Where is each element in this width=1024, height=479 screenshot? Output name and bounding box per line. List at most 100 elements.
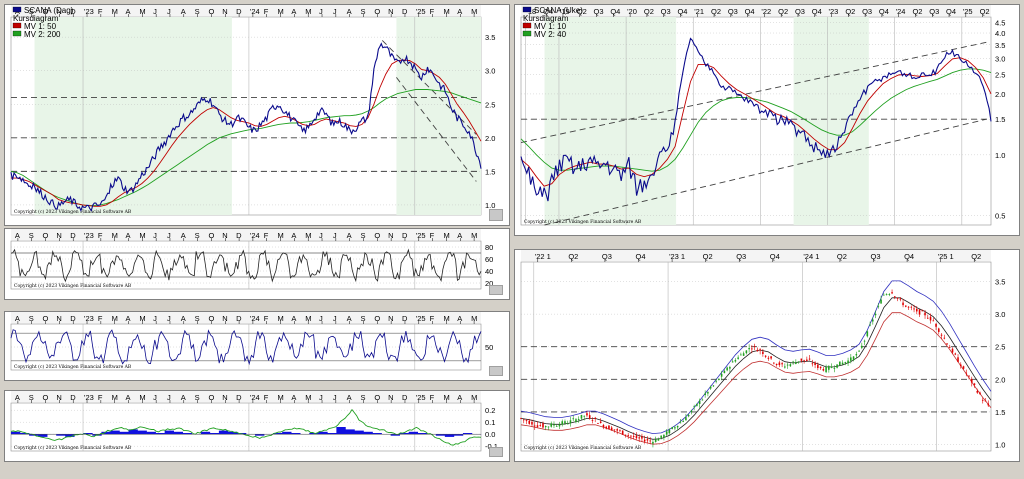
x-tick-label: F [264,231,269,240]
x-tick-label: '23 [829,7,839,16]
copyright-text: Copyright (c) 2023 Vikingen Financial So… [14,282,132,289]
x-tick-label: M [139,393,145,402]
scroll-handle[interactable] [489,285,503,295]
oscillator-1-chart: A S O N D '23 F M A M J J A S O N D '24 F M A M J J A S O N D '25 F M A M… [10,229,493,290]
x-tick-label: M [305,7,311,16]
y-tick-label: 3.0 [485,67,495,76]
x-tick-label: S [361,314,366,323]
y-tick-label: 1.5 [995,115,1005,124]
candle-body [935,323,937,327]
copyright-text: Copyright (c) 2023 Vikingen Financial So… [524,218,642,225]
y-tick-label: 3.5 [995,41,1005,50]
candle-body [808,358,811,360]
shade-band [396,17,481,215]
candle-body [844,362,847,364]
x-tick-label: N [56,231,61,240]
candle-body [682,421,684,423]
x-tick-label: N [56,314,61,323]
x-tick-label: M [278,393,284,402]
candle-body [712,385,715,387]
x-tick-label: Q3 [728,7,738,16]
x-tick-label: A [181,314,186,323]
x-tick-label: A [291,7,296,16]
x-tick-label: '23 [84,393,94,402]
candle-body [740,354,742,356]
candle-body [877,305,880,307]
candle-body [569,420,572,423]
weekly-price-chart: '18 Q4'19 Q2 Q3 Q4'20 Q2 Q3 Q4'21 Q2 Q3 Q4'22 Q2 Q3 Q… [520,5,1005,226]
y-tick-label: 2.0 [995,90,1005,99]
x-tick-label: M [471,314,477,323]
x-tick-label: A [15,393,20,402]
y-tick-label: 2.5 [995,343,1005,352]
candle-body [616,429,618,431]
candle-body [591,419,594,421]
x-tick-label: '25 1 [938,252,954,261]
candle-body [806,359,808,361]
x-tick-label: N [388,314,393,323]
histogram-bar [345,429,355,435]
x-tick-label: M [139,7,145,16]
candle-body [522,419,525,421]
candle-body [885,294,888,296]
candle-body [520,418,522,419]
candle-body [731,361,734,363]
x-tick-label: Q4 [946,7,956,16]
candle-body [531,421,533,425]
candle-body [951,348,954,353]
candle-body [855,354,858,356]
candle-body [737,357,739,359]
candle-body [610,427,613,431]
candle-body [566,423,569,425]
x-tick-label: M [112,314,118,323]
candle-body [544,425,547,428]
x-tick-label: M [443,7,449,16]
scroll-handle[interactable] [489,447,503,457]
x-tick-label: N [388,7,393,16]
candle-body [902,302,904,306]
candle-body [904,305,907,307]
candle-body [778,362,781,366]
scroll-handle[interactable] [489,366,503,376]
candle-body [696,403,698,406]
candle-body [786,364,789,366]
y-tick-label: 1.5 [485,167,495,176]
candle-body [789,364,792,367]
x-tick-label: M [471,7,477,16]
scroll-handle[interactable] [489,209,503,221]
x-tick-label: A [126,393,131,402]
candle-body [638,437,640,439]
x-tick-label: M [278,7,284,16]
candle-body [825,367,827,373]
candle-body [536,425,539,427]
histogram-bar [354,430,364,435]
candle-body [646,439,649,441]
x-tick-label: O [374,393,380,402]
x-tick-label: J [167,231,171,240]
candle-body [954,353,957,355]
x-tick-label: S [361,231,366,240]
candle-body [698,400,701,405]
x-tick-label: S [29,231,34,240]
y-tick-label: 3.5 [995,278,1005,287]
candle-body [550,423,553,427]
x-tick-label: O [208,7,214,16]
x-tick-label: F [264,393,269,402]
x-tick-label: Q2 [837,252,847,261]
candle-body [652,441,654,444]
candle-body [679,422,682,424]
x-tick-label: O [43,393,49,402]
y-tick-label: 4.0 [995,29,1005,38]
x-tick-label: A [181,393,186,402]
legend-swatch [522,6,532,13]
candle-body [709,386,712,389]
x-tick-label: Q4 [745,7,755,16]
candle-body [797,361,800,363]
candle-body [663,434,665,438]
candle-body [924,312,926,316]
y-tick-label: 80 [485,243,493,252]
legend-swatch [12,22,22,29]
x-tick-label: M [278,314,284,323]
candle-body [866,331,869,337]
candle-body [608,425,610,429]
